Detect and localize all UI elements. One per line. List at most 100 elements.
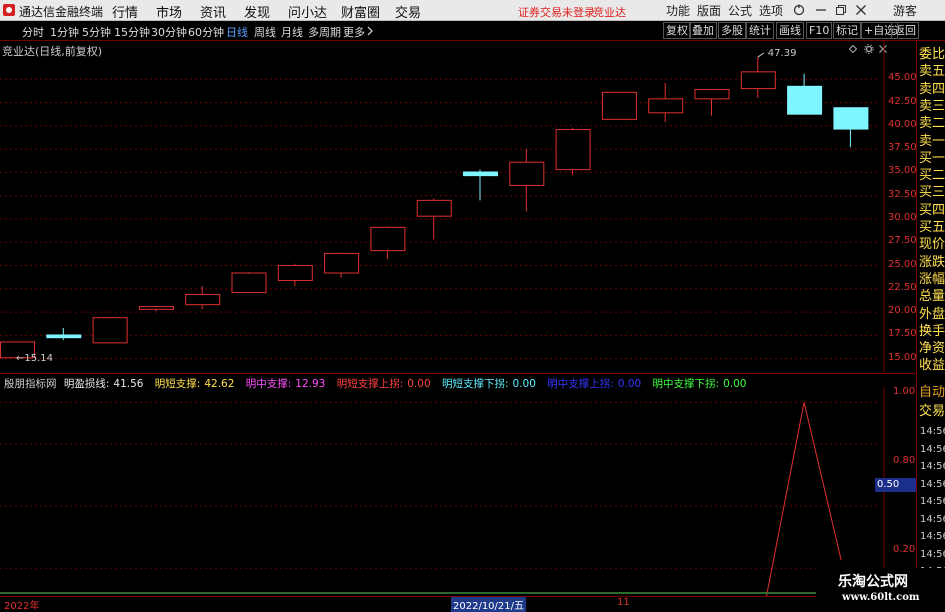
menu-shichang[interactable]: 市场	[156, 2, 182, 21]
tick-time: 14:56	[920, 443, 945, 455]
minimize-icon[interactable]	[815, 4, 827, 16]
candle-body	[138, 306, 174, 310]
candle[interactable]	[648, 83, 684, 123]
quote-label: 涨跌	[919, 254, 945, 270]
btn-duogu[interactable]: 多股	[718, 22, 746, 39]
period-more[interactable]: 更多	[343, 24, 365, 40]
price-tick: 17.50	[888, 328, 917, 340]
quote-label: 买二	[919, 168, 945, 184]
close-icon[interactable]	[855, 4, 867, 16]
price-tick: 22.50	[888, 281, 917, 293]
ind-tick: 0.80	[893, 455, 916, 466]
candle[interactable]	[740, 57, 776, 98]
price-tick: 35.00	[888, 165, 917, 177]
menu-gongneng[interactable]: 功能	[666, 2, 690, 19]
period-60min[interactable]: 60分钟	[188, 24, 224, 40]
quote-label: 涨幅	[919, 271, 945, 287]
date-axis: 2022年 2022/10/21/五 11	[0, 596, 916, 612]
candle[interactable]	[138, 305, 174, 312]
candle[interactable]	[185, 286, 221, 310]
price-tick: 30.00	[888, 211, 917, 223]
candle[interactable]	[555, 127, 591, 176]
candle-body	[555, 129, 591, 171]
menu-gongshi[interactable]: 公式	[728, 2, 752, 19]
menu-wenxiaoda[interactable]: 问小达	[288, 2, 327, 21]
candle[interactable]	[463, 169, 498, 201]
price-tick: 42.50	[888, 95, 917, 107]
tick-time: 14:56	[920, 496, 945, 507]
high-label: 47.39	[768, 48, 797, 59]
btn-biaoji[interactable]: 标记	[833, 22, 861, 39]
indicator-divider	[0, 373, 916, 374]
restore-icon[interactable]	[835, 4, 847, 16]
cursor-date: 2022/10/21/五	[451, 597, 527, 612]
period-weekly[interactable]: 周线	[254, 24, 276, 40]
indicator-chart[interactable]	[0, 387, 916, 596]
price-tick: 25.00	[888, 258, 917, 270]
btn-f10[interactable]: F10	[806, 22, 833, 39]
auto-label[interactable]: 自动	[919, 385, 945, 401]
menu-faxian[interactable]: 发现	[244, 2, 270, 21]
period-multi[interactable]: 多周期	[308, 24, 341, 40]
price-tick: 45.00	[888, 72, 917, 84]
btn-back[interactable]: 返回	[891, 22, 919, 39]
price-tick: 27.50	[888, 235, 917, 247]
btn-diejia[interactable]: 叠加	[689, 22, 717, 39]
quote-label: 卖一	[919, 133, 945, 149]
price-tick: 20.00	[888, 305, 917, 317]
period-5min[interactable]: 5分钟	[82, 24, 111, 40]
candle[interactable]	[231, 272, 267, 294]
quote-label: 现价	[919, 237, 945, 253]
quote-label: 卖三	[919, 98, 945, 114]
period-toolbar: 分时 1分钟 5分钟 15分钟 30分钟 60分钟 日线 周线 月线 多周期 更…	[0, 21, 945, 41]
candle[interactable]	[92, 317, 128, 344]
year-label: 2022年	[4, 601, 40, 612]
candle[interactable]	[46, 327, 82, 341]
quote-label: 买五	[919, 220, 945, 235]
menu-caifuquan[interactable]: 财富圈	[341, 2, 380, 21]
btn-fuquan[interactable]: 复权	[663, 22, 691, 39]
login-alert[interactable]: 证券交易未登录	[518, 4, 595, 20]
candle[interactable]	[370, 226, 406, 260]
price-tick: 37.50	[888, 142, 917, 154]
candle-body	[601, 91, 637, 120]
menu-jiaoyi[interactable]: 交易	[395, 2, 421, 21]
btn-tongji[interactable]: 统计	[746, 22, 774, 39]
quote-label: 买一	[919, 150, 945, 166]
candle[interactable]	[509, 149, 545, 212]
indicator-current-value: 0.50	[875, 478, 916, 492]
quote-label: 卖二	[919, 116, 945, 132]
candle[interactable]	[277, 263, 313, 287]
quote-label: 净资	[919, 341, 945, 357]
candle-body	[231, 272, 267, 294]
menu-hangqing[interactable]: 行情	[112, 2, 138, 21]
period-15min[interactable]: 15分钟	[114, 24, 150, 40]
price-tick: 40.00	[888, 118, 917, 130]
candle[interactable]	[787, 73, 823, 115]
candle-body	[416, 199, 452, 217]
menu-banmian[interactable]: 版面	[697, 2, 721, 19]
candlestick-chart[interactable]: 47.39 ←15.14	[0, 41, 916, 373]
btn-huaxian[interactable]: 画线	[776, 22, 804, 39]
period-fenshi[interactable]: 分时	[22, 24, 44, 40]
period-daily[interactable]: 日线	[226, 24, 248, 40]
menu-xuanxiang[interactable]: 选项	[759, 2, 783, 19]
chevron-right-icon[interactable]	[367, 26, 373, 36]
tick-time: 14:56	[920, 548, 945, 560]
guest-user[interactable]: 游客	[893, 2, 917, 19]
quote-label: 收益	[919, 358, 945, 374]
candle[interactable]	[601, 91, 637, 120]
candle-body	[370, 226, 406, 252]
candle[interactable]	[324, 252, 360, 278]
period-monthly[interactable]: 月线	[281, 24, 303, 40]
period-1min[interactable]: 1分钟	[50, 24, 79, 40]
candle[interactable]	[833, 107, 869, 148]
quote-label: 总量	[919, 289, 945, 305]
menu-zixun[interactable]: 资讯	[200, 2, 226, 21]
settings-ring-icon[interactable]	[793, 4, 805, 16]
trade-label[interactable]: 交易	[919, 404, 945, 420]
candle-body	[185, 293, 221, 306]
quote-label: 外盘	[919, 306, 945, 322]
alert-stock-name: 竞业达	[593, 6, 626, 19]
period-30min[interactable]: 30分钟	[151, 24, 187, 40]
